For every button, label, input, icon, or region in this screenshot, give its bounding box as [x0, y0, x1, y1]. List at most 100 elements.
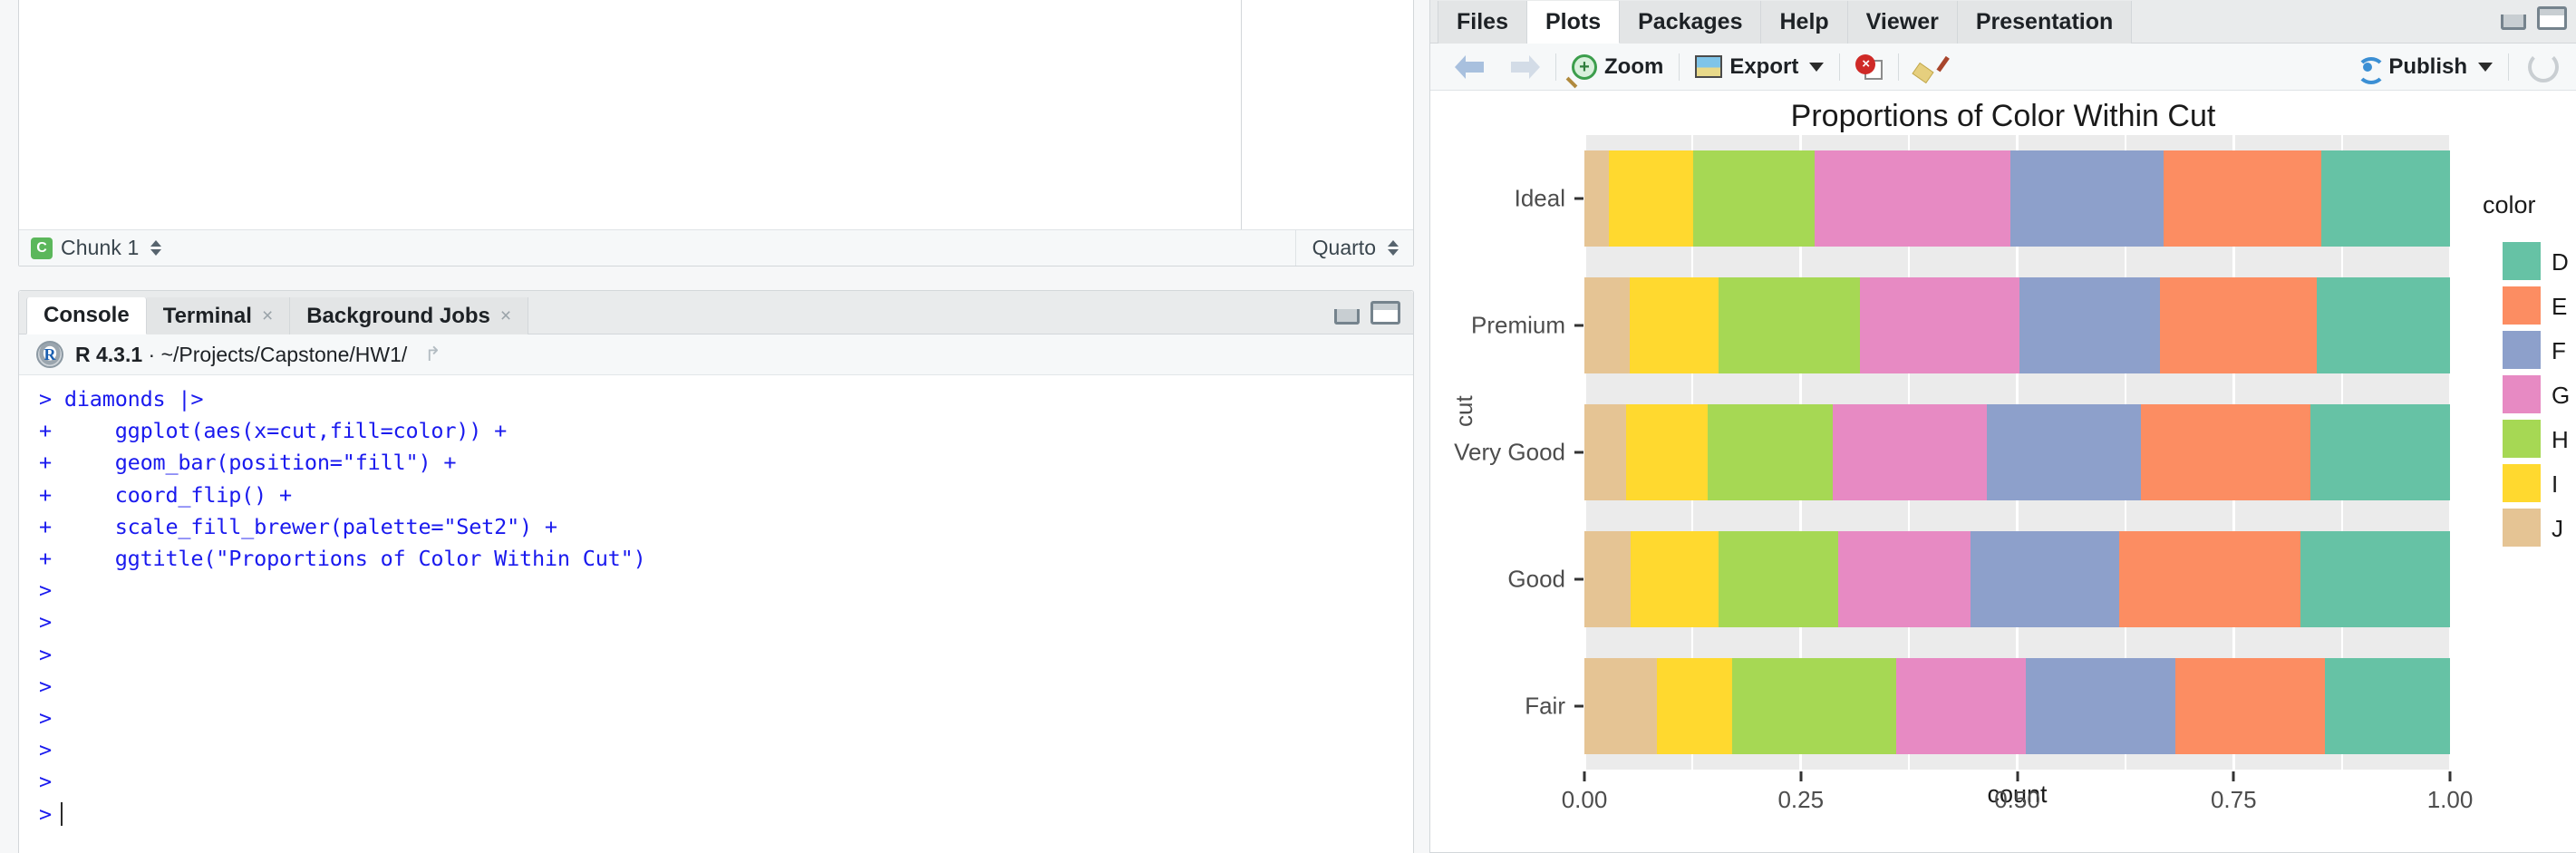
- toolbar-divider: [1555, 53, 1556, 81]
- bar-segment: [2175, 658, 2326, 754]
- document-format-selector[interactable]: Quarto: [1295, 230, 1413, 266]
- console-line: + coord_flip() +: [39, 480, 1413, 511]
- console-line: >: [39, 671, 1413, 703]
- toolbar-divider: [2508, 53, 2509, 81]
- y-axis-tick-mark: [1574, 705, 1583, 708]
- minimize-icon[interactable]: [2501, 15, 2526, 30]
- console-line: >: [39, 575, 1413, 606]
- chunk-label: Chunk 1: [61, 236, 139, 260]
- console-line: >: [39, 703, 1413, 734]
- toolbar-divider: [1898, 53, 1899, 81]
- clear-all-plots-button[interactable]: [1903, 44, 1955, 91]
- tab-viewer[interactable]: Viewer: [1848, 1, 1958, 44]
- console-line: + ggplot(aes(x=cut,fill=color)) +: [39, 415, 1413, 447]
- tab-files[interactable]: Files: [1438, 1, 1527, 44]
- stepper-icon[interactable]: [150, 240, 161, 256]
- minimize-icon[interactable]: [1334, 309, 1360, 325]
- refresh-icon: [2528, 52, 2559, 82]
- bar-segment: [1626, 404, 1708, 500]
- y-axis-tick-label: Fair: [1525, 693, 1565, 721]
- tab-label: Help: [1779, 9, 1828, 35]
- chevron-down-icon[interactable]: [2478, 63, 2493, 72]
- bar-segment: [1833, 404, 1987, 500]
- left-column: C Chunk 1 Quarto Console Terminal ×: [0, 0, 1421, 853]
- legend-swatch: [2503, 375, 2541, 413]
- remove-plot-icon: ×: [1855, 54, 1883, 80]
- bar-segment: [1609, 150, 1693, 247]
- y-axis-tick-label: Very Good: [1454, 439, 1565, 467]
- console-line: + scale_fill_brewer(palette="Set2") +: [39, 511, 1413, 543]
- forward-button[interactable]: [1497, 44, 1552, 91]
- tab-label: Plots: [1545, 9, 1601, 35]
- x-axis-tick-mark: [2449, 771, 2452, 781]
- tab-bar-filler: [528, 296, 1413, 334]
- toolbar-right-group: Publish: [2342, 44, 2571, 91]
- x-axis-tick-mark: [1583, 771, 1586, 781]
- close-icon[interactable]: ×: [500, 305, 511, 327]
- close-icon[interactable]: ×: [262, 305, 273, 327]
- text-caret: [61, 802, 63, 826]
- console-prompt-line[interactable]: >: [39, 799, 1413, 830]
- bar-segment: [2010, 150, 2164, 247]
- legend-swatch: [2503, 464, 2541, 502]
- publish-button[interactable]: Publish: [2342, 44, 2504, 91]
- maximize-icon[interactable]: [1370, 301, 1400, 325]
- source-editor-pane: C Chunk 1 Quarto: [18, 0, 1414, 267]
- export-button[interactable]: Export: [1683, 44, 1835, 91]
- bar-row: [1584, 531, 2450, 627]
- legend-title: color: [2483, 191, 2536, 219]
- tab-label: Background Jobs: [306, 304, 490, 329]
- open-directory-icon[interactable]: ↱: [424, 343, 441, 366]
- plot-canvas[interactable]: Proportions of Color Within Cut cut coun…: [1430, 92, 2576, 852]
- back-arrow-icon: [1455, 55, 1486, 79]
- tab-background-jobs[interactable]: Background Jobs ×: [290, 297, 528, 334]
- publish-label: Publish: [2388, 54, 2467, 80]
- forward-arrow-icon: [1509, 55, 1540, 79]
- bar-segment: [2160, 277, 2317, 373]
- legend-swatch: [2503, 420, 2541, 458]
- tab-label: Presentation: [1976, 9, 2113, 35]
- console-session-info: R 4.3.1 · ~/Projects/Capstone/HW1/: [75, 343, 407, 367]
- remove-plot-button[interactable]: ×: [1844, 44, 1894, 91]
- tab-console[interactable]: Console: [26, 297, 147, 334]
- x-axis-tick-label: 0.50: [1994, 786, 2040, 814]
- chunk-selector[interactable]: C Chunk 1: [19, 236, 161, 260]
- bar-segment: [1719, 531, 1839, 627]
- refresh-button[interactable]: [2513, 44, 2571, 91]
- chevron-down-icon[interactable]: [1809, 63, 1824, 72]
- legend-label: F: [2552, 337, 2566, 365]
- maximize-icon[interactable]: [2537, 6, 2567, 30]
- zoom-button[interactable]: Zoom: [1560, 44, 1675, 91]
- bar-segment: [2325, 658, 2450, 754]
- tab-terminal[interactable]: Terminal ×: [147, 297, 291, 334]
- publish-icon: [2354, 53, 2381, 81]
- r-logo-letter: R: [38, 343, 62, 366]
- bar-segment: [1693, 150, 1816, 247]
- tab-presentation[interactable]: Presentation: [1958, 1, 2132, 44]
- console-line: + geom_bar(position="fill") +: [39, 447, 1413, 479]
- tab-help[interactable]: Help: [1761, 1, 1847, 44]
- tab-label: Files: [1457, 9, 1508, 35]
- bar-segment: [1987, 404, 2141, 500]
- console-line: >: [39, 606, 1413, 638]
- source-editor-body[interactable]: [19, 0, 1241, 229]
- bar-segment: [1584, 277, 1630, 373]
- legend-label: J: [2552, 515, 2563, 543]
- r-version-label: R 4.3.1: [75, 343, 142, 366]
- bar-segment: [2141, 404, 2310, 500]
- console-output[interactable]: > diamonds |> + ggplot(aes(x=cut,fill=co…: [19, 376, 1413, 853]
- bar-segment: [1584, 658, 1657, 754]
- bar-segment: [1838, 531, 1971, 627]
- tab-plots[interactable]: Plots: [1527, 1, 1620, 44]
- stepper-icon[interactable]: [1388, 240, 1399, 256]
- back-button[interactable]: [1443, 44, 1497, 91]
- legend-label: I: [2552, 470, 2558, 499]
- console-window-controls: [1334, 301, 1400, 325]
- console-line: > diamonds |>: [39, 383, 1413, 415]
- tab-label: Packages: [1638, 9, 1742, 35]
- bar-segment: [1719, 277, 1861, 373]
- bar-segment: [1584, 404, 1626, 500]
- plots-window-controls: [2501, 6, 2567, 30]
- legend-swatch: [2503, 286, 2541, 325]
- tab-packages[interactable]: Packages: [1620, 1, 1761, 44]
